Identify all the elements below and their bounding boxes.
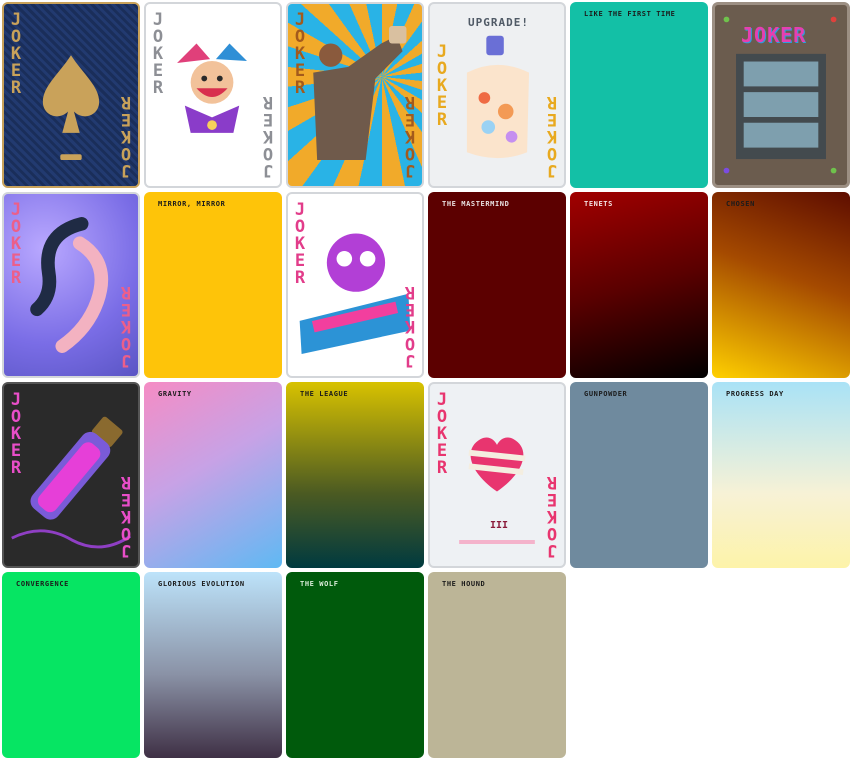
- deck-label: CONVERGENCE: [16, 580, 69, 588]
- joker-corner-bottom: J O K E R: [120, 282, 132, 370]
- deck-label: MIRROR, MIRROR: [158, 200, 226, 208]
- card-graffiti[interactable]: J O K E R J O K E R: [286, 192, 424, 378]
- spade-icon: [42, 55, 100, 161]
- card-mirror-mirror[interactable]: MIRROR, MIRROR: [144, 192, 282, 378]
- koi-icon: [30, 217, 109, 353]
- deck-label: GLORIOUS EVOLUTION: [158, 580, 245, 588]
- card-jester[interactable]: J O K E R J O K E R: [144, 2, 282, 188]
- card-champion[interactable]: J O K E R J O K E R: [286, 2, 424, 188]
- potion-icon: [11, 416, 132, 549]
- deck-label: PROGRESS DAY: [726, 390, 784, 398]
- card-gravity[interactable]: GRAVITY: [144, 382, 282, 568]
- card-back-grid: J O K E R J O K E R J O K E R J O K E R …: [2, 2, 850, 758]
- slot-machine-icon: [723, 16, 837, 174]
- card-the-wolf[interactable]: THE WOLF: [286, 572, 424, 758]
- card-vial[interactable]: J O K E R J O K E R: [2, 382, 140, 568]
- deck-label: CHOSEN: [726, 200, 755, 208]
- card-koi[interactable]: J O K E R J O K E R: [2, 192, 140, 378]
- deck-label: GUNPOWDER: [584, 390, 628, 398]
- joker-corner-bottom: J O K E R: [546, 92, 558, 180]
- card-progress-day[interactable]: PROGRESS DAY: [712, 382, 850, 568]
- card-convergence[interactable]: CONVERGENCE: [2, 572, 140, 758]
- graffiti-icon: [299, 233, 411, 354]
- deck-label: LIKE THE FIRST TIME: [584, 10, 676, 18]
- joker-corner-bottom: J O K E R: [120, 92, 132, 180]
- joker-corner-bottom: J O K E R: [262, 92, 274, 180]
- deck-label: TENETS: [584, 200, 613, 208]
- card-upgrade[interactable]: UPGRADE! J O K E R J O K E R: [428, 2, 566, 188]
- card-tenets[interactable]: TENETS: [570, 192, 708, 378]
- deck-label: THE HOUND: [442, 580, 486, 588]
- card-heart[interactable]: J O K E R III J O K E R: [428, 382, 566, 568]
- card-like-the-first-time[interactable]: LIKE THE FIRST TIME: [570, 2, 708, 188]
- upgrade-icon: [466, 35, 530, 159]
- joker-corner-bottom: J O K E R: [404, 92, 416, 180]
- card-the-mastermind[interactable]: THE MASTERMIND: [428, 192, 566, 378]
- card-gunpowder[interactable]: GUNPOWDER: [570, 382, 708, 568]
- card-glorious-evolution[interactable]: GLORIOUS EVOLUTION: [144, 572, 282, 758]
- fist-icon: [313, 26, 407, 161]
- jester-icon: [177, 43, 247, 133]
- card-chosen[interactable]: CHOSEN: [712, 192, 850, 378]
- heart-icon: [459, 437, 535, 544]
- card-royal-spade[interactable]: J O K E R J O K E R: [2, 2, 140, 188]
- deck-label: THE WOLF: [300, 580, 339, 588]
- deck-label: THE MASTERMIND: [442, 200, 510, 208]
- joker-corner-bottom: J O K E R: [404, 282, 416, 370]
- heart-numeral: III: [490, 520, 509, 531]
- card-machine[interactable]: JOKER: [712, 2, 850, 188]
- card-the-hound[interactable]: THE HOUND: [428, 572, 566, 758]
- deck-label: THE LEAGUE: [300, 390, 349, 398]
- joker-corner-bottom: J O K E R: [546, 472, 558, 560]
- card-the-league[interactable]: THE LEAGUE: [286, 382, 424, 568]
- joker-corner-bottom: J O K E R: [120, 472, 132, 560]
- deck-label: GRAVITY: [158, 390, 192, 398]
